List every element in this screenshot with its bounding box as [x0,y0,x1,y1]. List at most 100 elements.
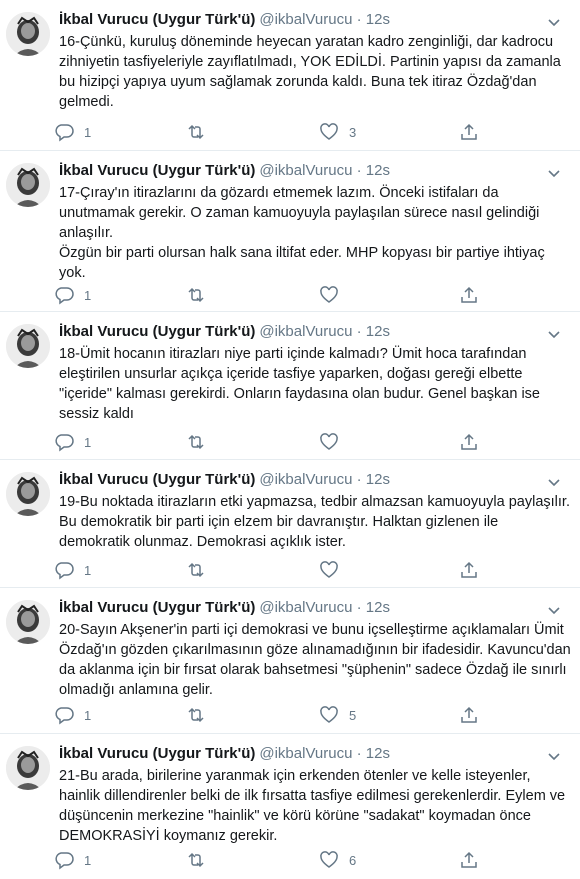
share-icon [461,706,477,723]
author-handle[interactable]: @ikbalVurucu [259,745,352,762]
author-handle[interactable]: @ikbalVurucu [259,11,352,28]
like-button[interactable] [319,559,349,581]
share-button[interactable] [459,559,479,581]
tweet[interactable]: İkbal Vurucu (Uygur Türk'ü) @ikbalVurucu … [0,312,580,460]
share-button[interactable] [459,704,479,726]
retweet-button[interactable] [186,849,216,871]
share-icon [461,851,477,868]
timestamp[interactable]: 12s [366,745,390,762]
reply-count: 1 [84,562,92,578]
reply-count: 1 [84,434,92,450]
author-handle[interactable]: @ikbalVurucu [259,162,352,179]
like-button[interactable]: 5 [319,704,356,726]
timestamp[interactable]: 12s [366,162,390,179]
share-icon [461,561,477,578]
reply-icon [55,562,74,580]
like-count: 3 [349,124,357,140]
author-handle[interactable]: @ikbalVurucu [259,599,352,616]
like-button[interactable]: 6 [319,849,356,871]
tweet-header: İkbal Vurucu (Uygur Türk'ü) @ikbalVurucu … [59,11,572,29]
reply-button[interactable]: 1 [54,849,91,871]
tweet[interactable]: İkbal Vurucu (Uygur Türk'ü) @ikbalVurucu … [0,460,580,588]
like-count: 6 [349,852,357,868]
chevron-down-icon[interactable] [546,14,562,30]
share-button[interactable] [459,121,479,143]
author-name[interactable]: İkbal Vurucu (Uygur Türk'ü) [59,323,255,340]
author-handle[interactable]: @ikbalVurucu [259,323,352,340]
reply-icon [55,852,74,870]
share-button[interactable] [459,284,479,306]
author-name[interactable]: İkbal Vurucu (Uygur Türk'ü) [59,599,255,616]
tweet-text: 19-Bu noktada itirazların etki yapmazsa,… [59,494,570,550]
timestamp[interactable]: 12s [366,471,390,488]
retweet-button[interactable] [186,431,216,453]
tweet-text: 17-Çıray'ın itirazlarını da gözardı etme… [59,185,545,281]
retweet-icon [188,562,204,578]
author-handle[interactable]: @ikbalVurucu [259,471,352,488]
tweet[interactable]: İkbal Vurucu (Uygur Türk'ü) @ikbalVurucu … [0,734,580,879]
timestamp[interactable]: 12s [366,599,390,616]
separator-dot: · [356,471,362,488]
avatar[interactable] [6,12,50,56]
like-button[interactable]: 3 [319,121,356,143]
tweet-header: İkbal Vurucu (Uygur Türk'ü) @ikbalVurucu … [59,471,572,489]
separator-dot: · [356,11,362,28]
reply-icon [55,287,74,305]
chevron-down-icon[interactable] [546,326,562,342]
chevron-down-icon[interactable] [546,748,562,764]
author-name[interactable]: İkbal Vurucu (Uygur Türk'ü) [59,162,255,179]
chevron-down-icon[interactable] [546,474,562,490]
reply-count: 1 [84,287,92,303]
heart-icon [320,851,338,868]
retweet-icon [188,434,204,450]
heart-icon [320,561,338,578]
chevron-down-icon[interactable] [546,602,562,618]
share-button[interactable] [459,849,479,871]
share-icon [461,123,477,140]
retweet-icon [188,707,204,723]
reply-button[interactable]: 1 [54,121,91,143]
avatar[interactable] [6,746,50,790]
reply-count: 1 [84,707,92,723]
avatar[interactable] [6,600,50,644]
timestamp[interactable]: 12s [366,323,390,340]
retweet-button[interactable] [186,121,216,143]
share-icon [461,433,477,450]
reply-button[interactable]: 1 [54,559,91,581]
retweet-button[interactable] [186,559,216,581]
heart-icon [320,706,338,723]
retweet-icon [188,852,204,868]
tweet-header: İkbal Vurucu (Uygur Türk'ü) @ikbalVurucu … [59,745,572,763]
heart-icon [320,123,338,140]
retweet-button[interactable] [186,704,216,726]
reply-count: 1 [84,852,92,868]
separator-dot: · [356,599,362,616]
reply-button[interactable]: 1 [54,704,91,726]
avatar[interactable] [6,472,50,516]
like-button[interactable] [319,431,349,453]
share-icon [461,286,477,303]
heart-icon [320,433,338,450]
tweet-header: İkbal Vurucu (Uygur Türk'ü) @ikbalVurucu … [59,162,572,180]
tweet[interactable]: İkbal Vurucu (Uygur Türk'ü) @ikbalVurucu … [0,588,580,734]
tweet-text: 21-Bu arada, birilerine yaranmak için er… [59,768,566,844]
reply-count: 1 [84,124,92,140]
avatar[interactable] [6,163,50,207]
timestamp[interactable]: 12s [366,11,390,28]
tweet[interactable]: İkbal Vurucu (Uygur Türk'ü) @ikbalVurucu … [0,0,580,151]
like-button[interactable] [319,284,349,306]
retweet-icon [188,124,204,140]
tweet-text: 16-Çünkü, kuruluş döneminde heyecan yara… [59,34,561,110]
retweet-button[interactable] [186,284,216,306]
reply-button[interactable]: 1 [54,284,91,306]
author-name[interactable]: İkbal Vurucu (Uygur Türk'ü) [59,471,255,488]
tweet-text: 18-Ümit hocanın itirazları niye parti iç… [59,346,540,422]
reply-button[interactable]: 1 [54,431,91,453]
chevron-down-icon[interactable] [546,165,562,181]
author-name[interactable]: İkbal Vurucu (Uygur Türk'ü) [59,11,255,28]
author-name[interactable]: İkbal Vurucu (Uygur Türk'ü) [59,745,255,762]
tweet-header: İkbal Vurucu (Uygur Türk'ü) @ikbalVurucu … [59,323,572,341]
share-button[interactable] [459,431,479,453]
avatar[interactable] [6,324,50,368]
tweet[interactable]: İkbal Vurucu (Uygur Türk'ü) @ikbalVurucu … [0,151,580,312]
